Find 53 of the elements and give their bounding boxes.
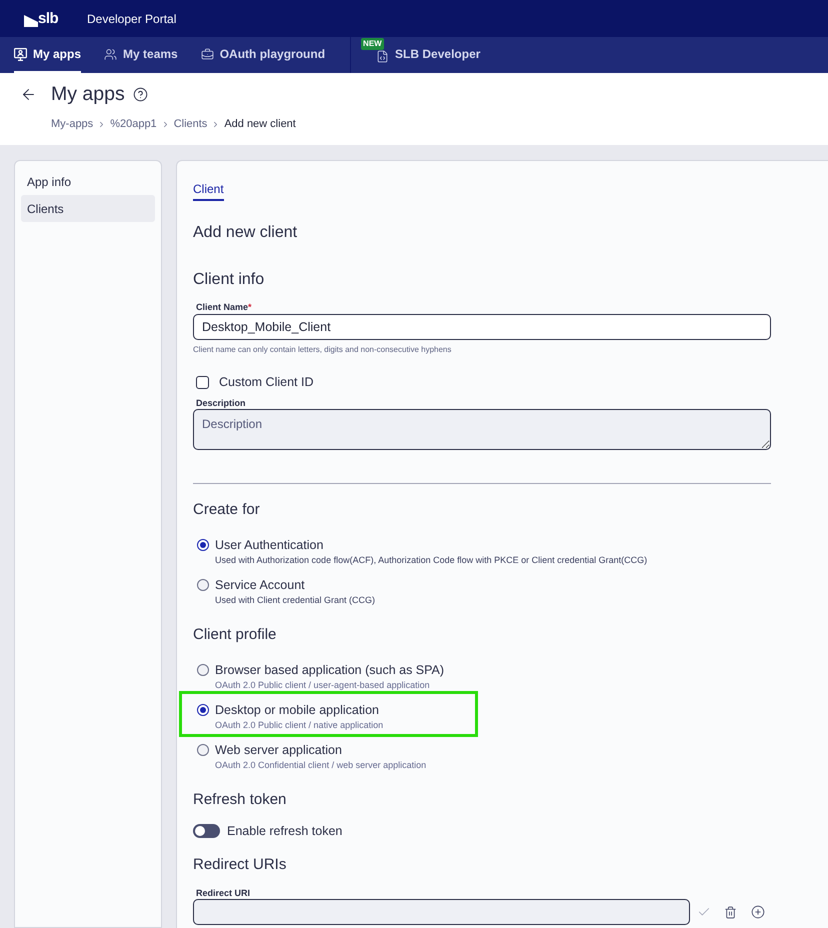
description-textarea[interactable]: Description: [193, 409, 771, 450]
section-title: Redirect URIs: [193, 855, 286, 875]
option-label: Service Account: [215, 577, 306, 593]
redirect-uri-input[interactable]: [193, 899, 690, 925]
radio-button[interactable]: [197, 539, 209, 551]
tab[interactable]: Client: [193, 181, 224, 201]
breadcrumb-item[interactable]: Clients: [174, 116, 208, 132]
field-label: Description: [196, 397, 246, 409]
swoosh-icon: [24, 14, 38, 26]
trash-icon[interactable]: [724, 906, 737, 918]
section-title: Create for: [193, 500, 260, 520]
nav-tab[interactable]: My teams: [104, 37, 178, 73]
section-title: Client info: [193, 270, 264, 290]
radio-button[interactable]: [197, 744, 209, 756]
radio-button[interactable]: [197, 664, 209, 676]
breadcrumb-item: Add new client: [224, 116, 296, 132]
breadcrumb-item[interactable]: My-apps: [51, 116, 94, 132]
breadcrumb-item[interactable]: %20app1: [110, 116, 157, 132]
monitor-user-icon: [14, 48, 27, 60]
sidebar-item[interactable]: Clients: [21, 195, 155, 222]
option-label: Browser based application (such as SPA): [215, 662, 444, 678]
field-hint: Client name can only contain letters, digits and non-consecutive hyphens: [193, 345, 452, 355]
option-description: OAuth 2.0 Confidential client / web server application: [215, 759, 426, 771]
field-label: Client Name*: [196, 301, 252, 313]
code-file-icon: [376, 50, 390, 62]
checkbox[interactable]: [196, 376, 209, 388]
form-heading: Add new client: [193, 223, 298, 243]
option-label: Desktop or mobile application: [215, 702, 380, 718]
portal-title: Developer Portal: [87, 10, 176, 28]
client-name-input[interactable]: Desktop_Mobile_Client: [193, 314, 771, 340]
nav-tab[interactable]: OAuth playground: [200, 37, 326, 73]
radio-button[interactable]: [197, 704, 209, 716]
page-title: My apps: [51, 84, 125, 104]
option-label: Web server application: [215, 742, 343, 758]
field-label: Redirect URI: [196, 887, 250, 899]
option-description: Used with Client credential Grant (CCG): [215, 594, 376, 606]
section-title: Client profile: [193, 625, 276, 645]
option-description: OAuth 2.0 Public client / user-agent-based application: [215, 679, 431, 691]
sidebar-item[interactable]: App info: [21, 168, 155, 195]
new-badge: NEW: [361, 38, 384, 50]
help-icon[interactable]: [132, 86, 148, 102]
toggle-label: Enable refresh token: [227, 822, 342, 840]
radio-button[interactable]: [197, 579, 209, 591]
toggle-switch[interactable]: [193, 824, 220, 838]
add-circle-icon[interactable]: [751, 905, 765, 919]
briefcase-icon: [200, 48, 214, 60]
logo-text: slb: [38, 10, 58, 26]
option-description: OAuth 2.0 Public client / native application: [215, 719, 384, 731]
section-title: Refresh token: [193, 790, 286, 810]
option-label: User Authentication: [215, 537, 324, 553]
checkbox-label: Custom Client ID: [219, 374, 314, 391]
users-icon: [104, 48, 118, 60]
option-description: Used with Authorization code flow(ACF), Authorization Code flow with PKCE or Client credential Grant(CCG): [215, 554, 648, 566]
